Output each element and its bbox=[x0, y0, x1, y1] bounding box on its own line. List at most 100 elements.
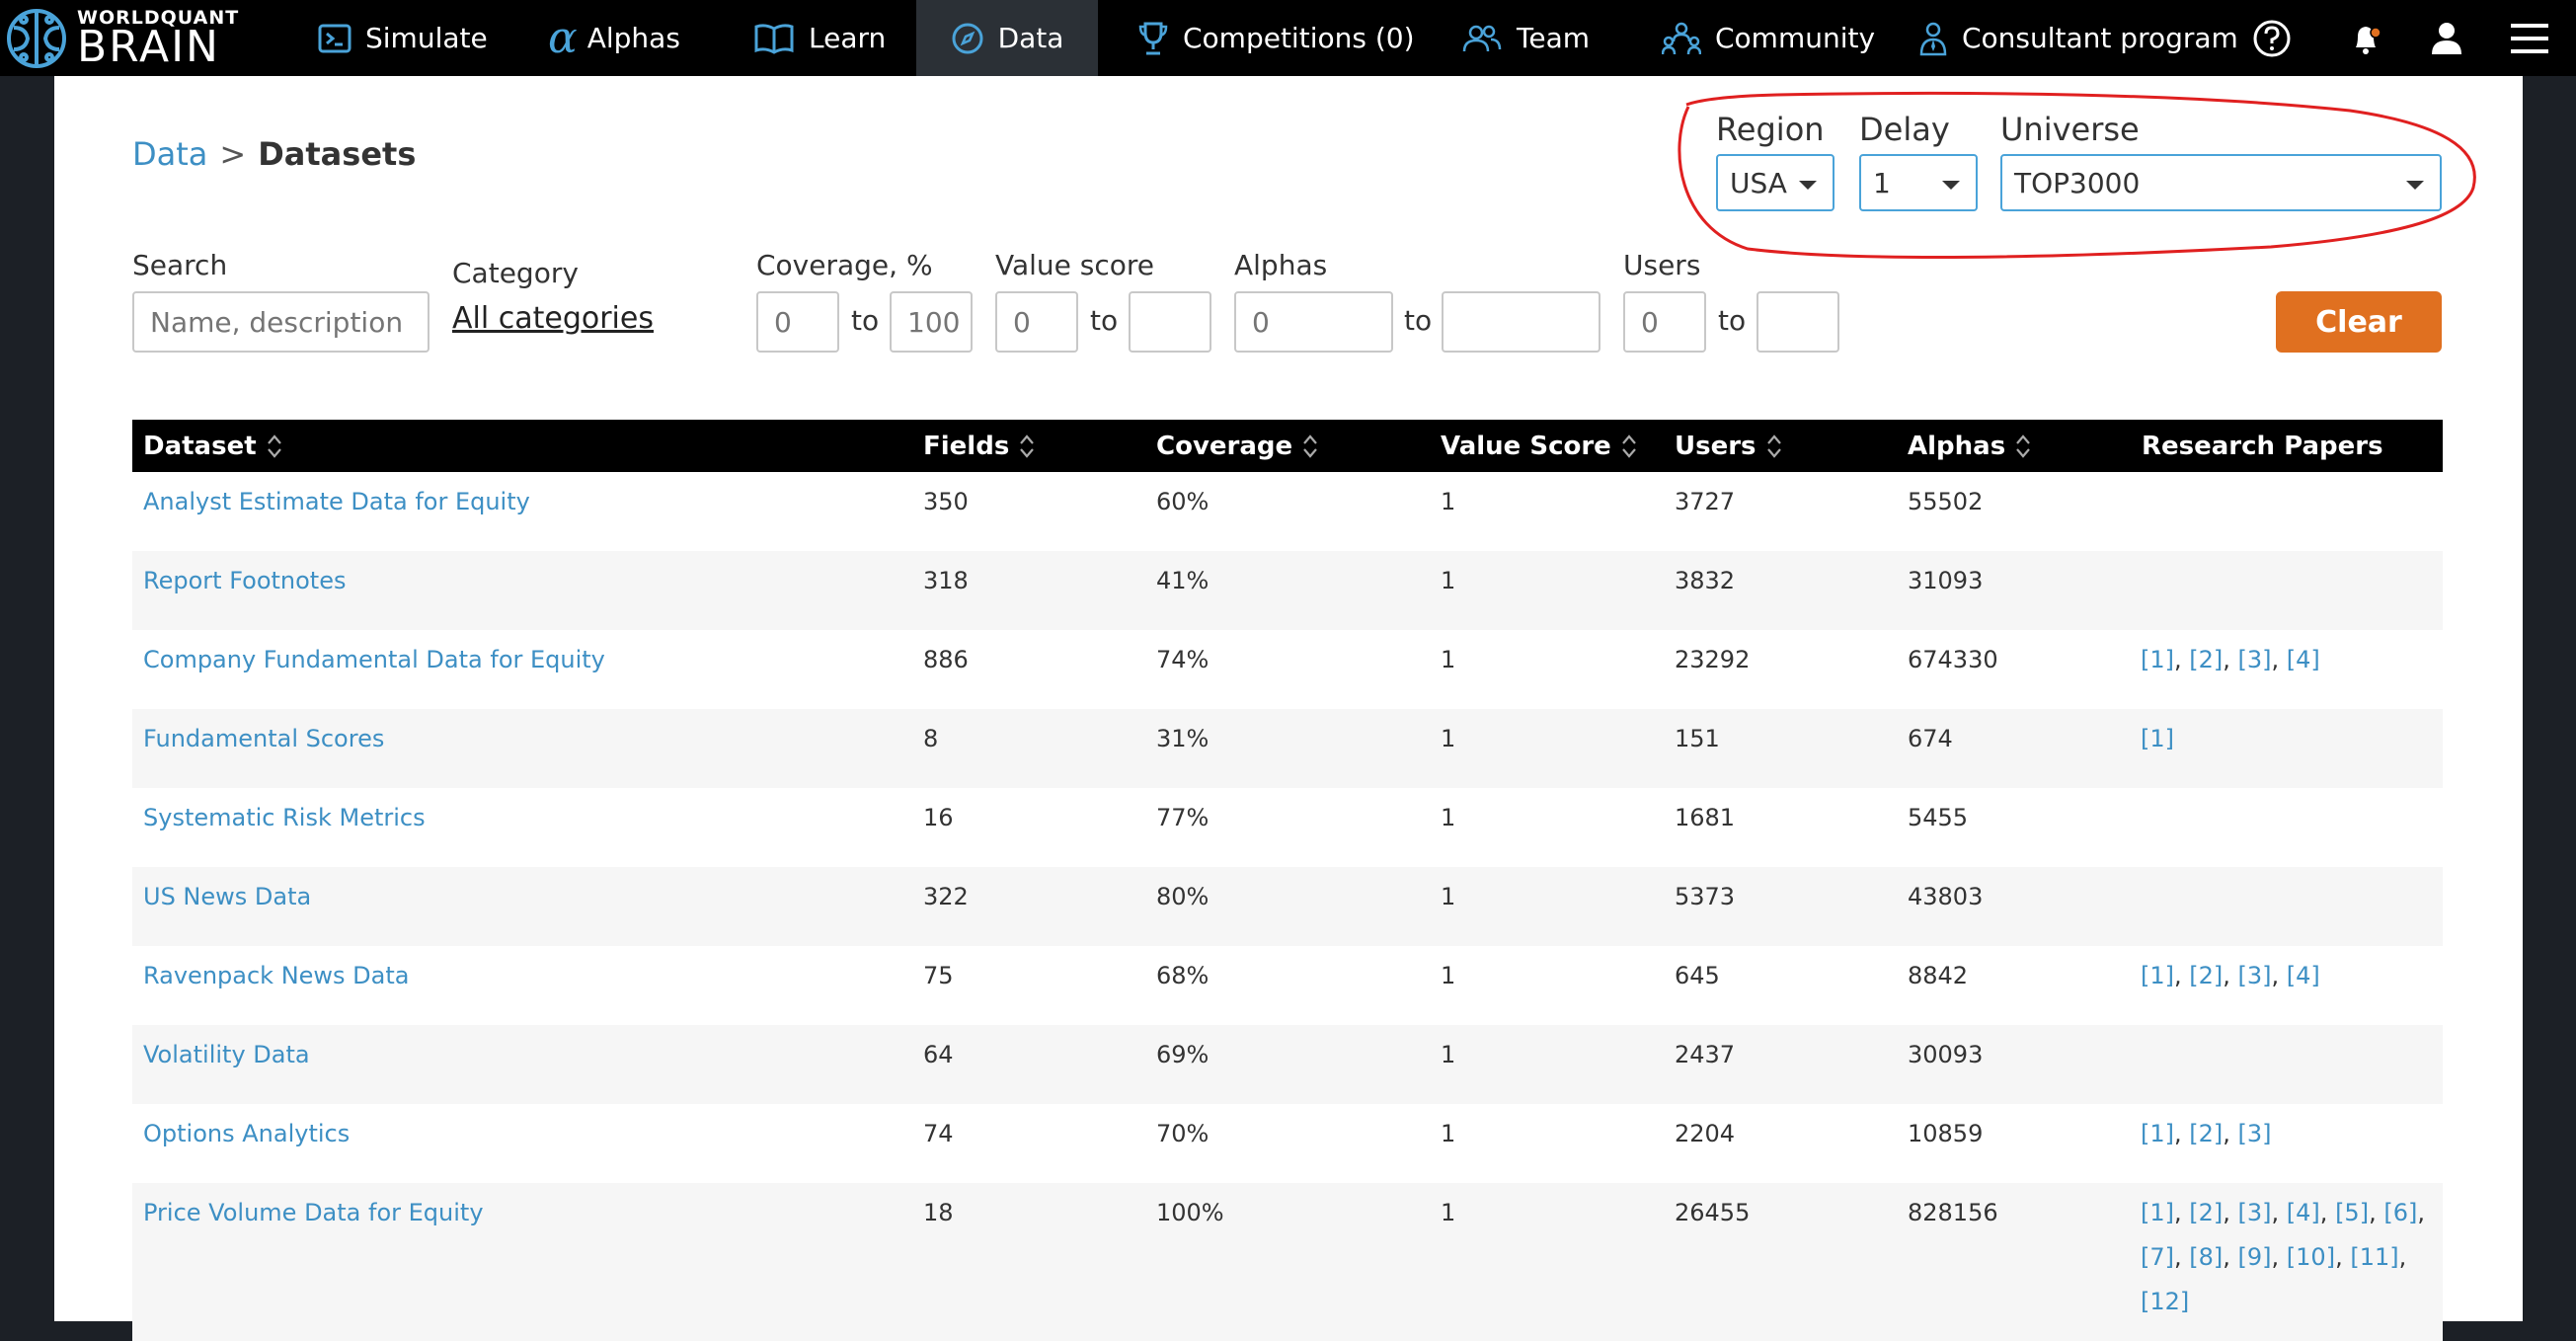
hamburger-menu-icon[interactable] bbox=[2509, 0, 2550, 76]
value-score-min-input[interactable] bbox=[995, 291, 1078, 353]
dataset-name-link[interactable]: Systematic Risk Metrics bbox=[143, 796, 426, 840]
coverage-cell: 41% bbox=[1156, 567, 1210, 594]
notification-bell-icon[interactable] bbox=[2346, 0, 2385, 76]
breadcrumb-data-link[interactable]: Data bbox=[132, 135, 207, 173]
nav-alphas[interactable]: α Alphas bbox=[548, 0, 680, 76]
clear-button[interactable]: Clear bbox=[2276, 291, 2442, 353]
column-header-alphas[interactable]: Alphas bbox=[1908, 420, 2031, 472]
value-score-cell: 1 bbox=[1441, 804, 1456, 831]
research-paper-link[interactable]: [2] bbox=[2189, 646, 2223, 673]
sort-icon bbox=[1621, 434, 1636, 458]
research-paper-link[interactable]: [9] bbox=[2238, 1243, 2272, 1271]
research-paper-link[interactable]: [3] bbox=[2238, 1120, 2272, 1147]
chevron-down-icon bbox=[1942, 181, 1960, 190]
column-header-users[interactable]: Users bbox=[1675, 420, 1782, 472]
paper-separator: , bbox=[2398, 1243, 2407, 1271]
coverage-max-input[interactable] bbox=[890, 291, 973, 353]
dataset-name-link[interactable]: Fundamental Scores bbox=[143, 717, 384, 761]
research-paper-link[interactable]: [4] bbox=[2287, 962, 2320, 989]
compass-icon bbox=[951, 22, 984, 55]
worldquant-brain-logo[interactable]: WORLDQUANT BRAIN bbox=[4, 4, 239, 73]
dataset-name-link[interactable]: Ravenpack News Data bbox=[143, 954, 409, 998]
coverage-cell: 31% bbox=[1156, 725, 1210, 752]
table-row: Report Footnotes 318 41% 1 3832 31093 bbox=[132, 551, 2443, 630]
column-header-label: Dataset bbox=[143, 431, 257, 461]
nav-data-label: Data bbox=[997, 22, 1064, 54]
region-dropdown[interactable]: USA bbox=[1716, 154, 1834, 211]
research-paper-link[interactable]: [1] bbox=[2141, 1120, 2174, 1147]
research-paper-link[interactable]: [7] bbox=[2141, 1243, 2174, 1271]
research-papers-cell: [1], [2], [3], [4] bbox=[2141, 954, 2437, 998]
search-input[interactable] bbox=[132, 291, 429, 353]
dataset-name-link[interactable]: Options Analytics bbox=[143, 1112, 350, 1156]
sort-icon bbox=[1020, 434, 1035, 458]
value-score-max-input[interactable] bbox=[1129, 291, 1211, 353]
nav-competitions[interactable]: Competitions (0) bbox=[1137, 0, 1415, 76]
research-paper-link[interactable]: [2] bbox=[2189, 1199, 2223, 1226]
dataset-name-link[interactable]: Analyst Estimate Data for Equity bbox=[143, 480, 530, 524]
coverage-cell: 77% bbox=[1156, 804, 1210, 831]
alphas-max-input[interactable] bbox=[1442, 291, 1600, 353]
users-min-input[interactable] bbox=[1623, 291, 1706, 353]
research-paper-link[interactable]: [1] bbox=[2141, 1199, 2174, 1226]
table-row: Company Fundamental Data for Equity 886 74… bbox=[132, 630, 2443, 709]
research-paper-link[interactable]: [2] bbox=[2189, 962, 2223, 989]
research-paper-link[interactable]: [8] bbox=[2189, 1243, 2223, 1271]
research-paper-link[interactable]: [3] bbox=[2238, 962, 2272, 989]
nav-data[interactable]: Data bbox=[916, 0, 1098, 76]
dataset-name-link[interactable]: Volatility Data bbox=[143, 1033, 310, 1077]
value-score-cell: 1 bbox=[1441, 1120, 1456, 1147]
research-paper-link[interactable]: [3] bbox=[2238, 1199, 2272, 1226]
research-paper-link[interactable]: [1] bbox=[2141, 725, 2174, 752]
column-header-coverage[interactable]: Coverage bbox=[1156, 420, 1318, 472]
fields-cell: 64 bbox=[923, 1041, 954, 1068]
universe-dropdown[interactable]: TOP3000 bbox=[2000, 154, 2442, 211]
nav-community[interactable]: Community bbox=[1662, 0, 1875, 76]
research-paper-link[interactable]: [1] bbox=[2141, 646, 2174, 673]
users-cell: 3727 bbox=[1675, 488, 1736, 515]
research-paper-link[interactable]: [4] bbox=[2287, 1199, 2320, 1226]
dataset-name-link[interactable]: Price Volume Data for Equity bbox=[143, 1191, 484, 1235]
coverage-label: Coverage, % bbox=[756, 249, 933, 281]
nav-learn[interactable]: Learn bbox=[753, 0, 886, 76]
research-paper-link[interactable]: [12] bbox=[2141, 1288, 2189, 1315]
research-paper-link[interactable]: [1] bbox=[2141, 962, 2174, 989]
column-header-fields[interactable]: Fields bbox=[923, 420, 1035, 472]
users-cell: 645 bbox=[1675, 962, 1720, 989]
paper-separator: , bbox=[2223, 646, 2238, 673]
sort-icon bbox=[1303, 434, 1317, 458]
coverage-min-input[interactable] bbox=[756, 291, 839, 353]
research-paper-link[interactable]: [3] bbox=[2238, 646, 2272, 673]
table-body: Analyst Estimate Data for Equity 350 60% 1 3… bbox=[132, 472, 2443, 1341]
value-score-cell: 1 bbox=[1441, 646, 1456, 673]
users-max-input[interactable] bbox=[1756, 291, 1839, 353]
research-papers-cell: [1], [2], [3], [4], [5], [6], [7], [8], … bbox=[2141, 1191, 2437, 1324]
alphas-min-input[interactable] bbox=[1234, 291, 1393, 353]
research-paper-link[interactable]: [5] bbox=[2335, 1199, 2369, 1226]
research-paper-link[interactable]: [2] bbox=[2189, 1120, 2223, 1147]
delay-dropdown[interactable]: 1 bbox=[1859, 154, 1978, 211]
table-header: Dataset Fields Coverage Value Score User… bbox=[132, 420, 2443, 472]
column-header-dataset[interactable]: Dataset bbox=[143, 420, 282, 472]
category-select-link[interactable]: All categories bbox=[452, 301, 654, 336]
fields-cell: 322 bbox=[923, 883, 969, 910]
alphas-to-text: to bbox=[1404, 304, 1433, 337]
user-icon[interactable] bbox=[2427, 0, 2466, 76]
nav-consultant-program[interactable]: Consultant program bbox=[1918, 0, 2238, 76]
dataset-name-link[interactable]: Report Footnotes bbox=[143, 559, 347, 603]
nav-team[interactable]: Team bbox=[1461, 0, 1590, 76]
nav-simulate[interactable]: Simulate bbox=[318, 0, 488, 76]
column-header-value-score[interactable]: Value Score bbox=[1441, 420, 1637, 472]
value-score-cell: 1 bbox=[1441, 883, 1456, 910]
research-paper-link[interactable]: [6] bbox=[2383, 1199, 2417, 1226]
dataset-name-link[interactable]: US News Data bbox=[143, 875, 311, 919]
dataset-name-link[interactable]: Company Fundamental Data for Equity bbox=[143, 638, 605, 682]
research-paper-link[interactable]: [4] bbox=[2287, 646, 2320, 673]
research-paper-link[interactable]: [11] bbox=[2350, 1243, 2398, 1271]
coverage-cell: 69% bbox=[1156, 1041, 1210, 1068]
column-header-research-papers: Research Papers bbox=[2142, 420, 2383, 472]
trophy-icon bbox=[1137, 21, 1169, 56]
help-icon[interactable] bbox=[2252, 0, 2292, 76]
research-paper-link[interactable]: [10] bbox=[2287, 1243, 2335, 1271]
paper-separator: , bbox=[2319, 1199, 2336, 1226]
